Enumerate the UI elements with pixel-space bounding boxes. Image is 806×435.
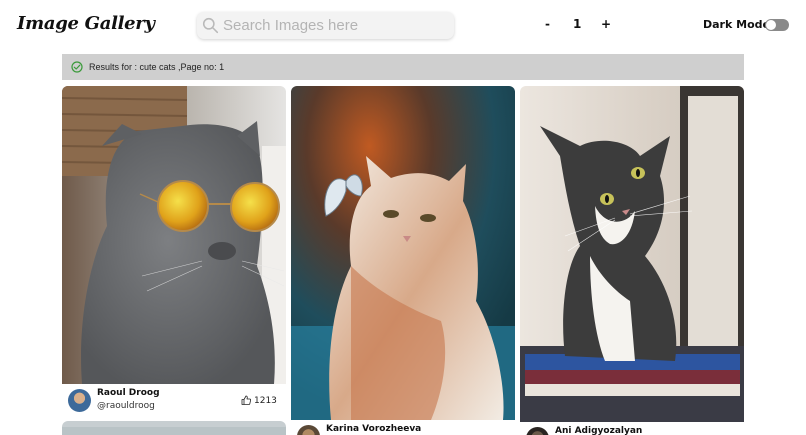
card-footer: Raoul Droog @raouldroog 1213 [62, 384, 286, 418]
app-logo[interactable]: Image Gallery [17, 13, 155, 34]
app-header: Image Gallery - 1 + Dark Mode [0, 0, 806, 52]
image-card[interactable]: Raoul Droog @raouldroog 1213 [62, 86, 286, 418]
card-footer: Ani Adigyozalyan [520, 422, 744, 435]
like-count[interactable]: 1213 [241, 395, 277, 406]
search-icon [202, 17, 219, 34]
card-footer: Karina Vorozheeva [291, 420, 515, 435]
prev-page-button[interactable]: - [545, 17, 550, 31]
image-card[interactable]: Karina Vorozheeva [291, 86, 515, 435]
search-input[interactable] [223, 15, 448, 36]
search-bar[interactable] [197, 12, 454, 39]
results-banner: Results for : cute cats ,Page no: 1 [62, 54, 744, 80]
author-handle[interactable]: @raouldroog [97, 401, 155, 411]
next-page-button[interactable]: + [601, 17, 611, 31]
like-count-value: 1213 [254, 396, 277, 406]
dark-mode-toggle[interactable] [765, 19, 789, 31]
cat-butterfly-photo[interactable] [291, 86, 515, 420]
page-number: 1 [573, 17, 582, 31]
author-name[interactable]: Ani Adigyozalyan [555, 426, 642, 435]
dark-mode-label: Dark Mode [703, 18, 770, 31]
image-card[interactable]: Ani Adigyozalyan [520, 86, 744, 435]
results-text: Results for : cute cats ,Page no: 1 [89, 62, 225, 72]
avatar[interactable] [68, 389, 91, 412]
avatar[interactable] [297, 425, 320, 435]
cat-photo[interactable] [62, 86, 286, 384]
author-name[interactable]: Karina Vorozheeva [326, 424, 421, 434]
thumbs-up-icon [241, 395, 252, 405]
tabby-cat-photo[interactable] [520, 86, 744, 422]
author-name[interactable]: Raoul Droog [97, 388, 160, 398]
avatar[interactable] [526, 427, 549, 435]
photo[interactable] [62, 421, 286, 435]
toggle-knob [766, 20, 776, 30]
check-circle-icon [71, 61, 83, 73]
image-card[interactable] [62, 421, 286, 435]
